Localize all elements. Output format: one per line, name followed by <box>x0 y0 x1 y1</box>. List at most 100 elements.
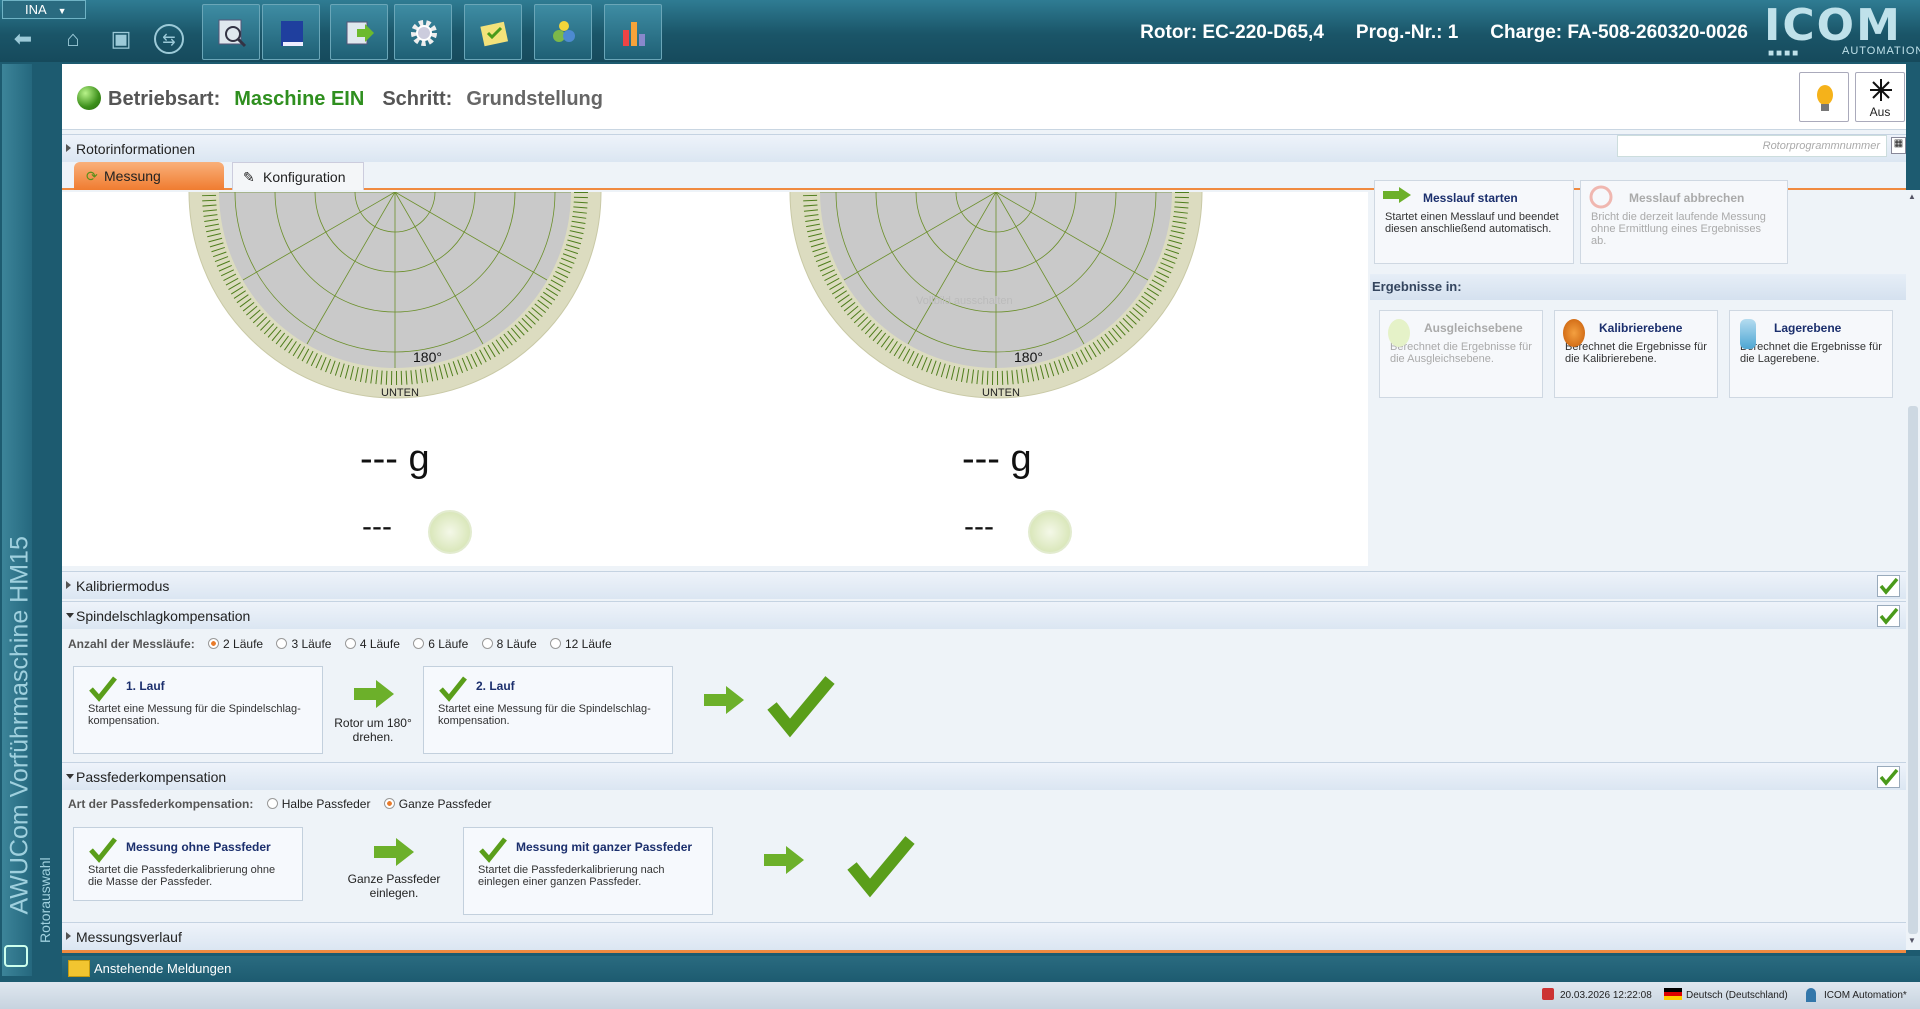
home-icon[interactable]: ⌂ <box>58 24 88 54</box>
collapse-icon <box>66 613 74 618</box>
ina-dropdown[interactable]: INA ▼ <box>2 0 86 19</box>
section-title: Messungsverlauf <box>76 929 182 945</box>
sync-icon[interactable]: ⇆ <box>154 24 184 54</box>
chart-tool-button[interactable] <box>604 4 662 60</box>
camera-icon[interactable] <box>4 945 28 967</box>
keypad-icon[interactable]: ▦ <box>1891 137 1906 154</box>
section-spindel[interactable]: Spindelschlagkompensation <box>62 601 1906 629</box>
people-bulb-icon <box>553 21 575 42</box>
results-header: Ergebnisse in: <box>1370 274 1906 300</box>
radio-6-runs[interactable] <box>413 638 425 649</box>
radio-4-runs[interactable] <box>344 638 356 649</box>
config-tab-icon: ✎ <box>243 169 255 185</box>
scroll-up-icon[interactable]: ▲ <box>1908 192 1916 201</box>
status-ball-icon <box>77 86 101 110</box>
right-refresh-icon[interactable] <box>1028 510 1072 554</box>
charge-label: Charge: FA-508-260320-0026 <box>1490 22 1748 43</box>
rotor-program-search-input[interactable]: Rotorprogrammnummer <box>1617 135 1887 157</box>
card-title: Lagerebene <box>1774 321 1842 335</box>
abort-measurement-card[interactable]: Messlauf abbrechen Bricht die derzeit la… <box>1580 180 1788 264</box>
save-icon[interactable]: ▣ <box>106 24 136 54</box>
card-title: Kalibrierebene <box>1599 321 1683 335</box>
arrow-right-icon <box>354 680 394 708</box>
card-text: Berechnet die Ergebnisse für die Ausglei… <box>1390 341 1532 365</box>
kalib-check-icon[interactable] <box>1877 575 1900 597</box>
section-messungsverlauf[interactable]: Messungsverlauf <box>62 922 1906 950</box>
left-refresh-icon[interactable] <box>428 510 472 554</box>
light-button[interactable] <box>1799 72 1849 122</box>
flag-de-icon <box>1664 988 1682 1000</box>
export-tool-button[interactable] <box>330 4 388 60</box>
scrollbar-thumb[interactable] <box>1908 406 1918 934</box>
tab-config[interactable]: ✎ Konfiguration <box>232 162 364 190</box>
messages-bar[interactable]: Anstehende Meldungen <box>62 956 1920 982</box>
tab-measure[interactable]: ⟳ Messung <box>74 162 224 190</box>
run-title: Messung mit ganzer Passfeder <box>516 840 693 854</box>
run-text: Startet eine Messung für die Spindelschl… <box>88 703 301 727</box>
spindle-run1-button[interactable]: 1. Lauf Startet eine Messung für die Spi… <box>73 666 323 754</box>
settings-tool-button[interactable] <box>394 4 452 60</box>
search-tool-button[interactable] <box>202 4 260 60</box>
result-kalibrier-card[interactable]: Kalibrierebene Berechnet die Ergebnisse … <box>1554 310 1718 398</box>
back-icon[interactable]: ⬅ <box>8 24 38 54</box>
arrow-right-icon <box>374 838 414 866</box>
key-run2-button[interactable]: Messung mit ganzer Passfeder Startet die… <box>463 827 713 915</box>
section-title: Passfederkompensation <box>76 769 227 785</box>
measure-tab-icon: ⟳ <box>86 168 98 184</box>
left-weight-readout: --- g <box>360 438 430 480</box>
rotate-instruction: Rotor um 180° drehen. <box>334 716 412 744</box>
section-title: Spindelschlagkompensation <box>76 608 251 624</box>
laser-label: Aus <box>1869 105 1891 119</box>
dial-bottom-label: UNTEN <box>982 387 1020 399</box>
polar-dial-left: 180° UNTEN <box>188 192 602 399</box>
radio-2-runs[interactable] <box>208 638 220 649</box>
arrow-right-icon <box>1383 187 1411 203</box>
radio-12-runs[interactable] <box>550 638 561 649</box>
option-label: Ganze Passfeder <box>398 797 492 811</box>
option-label: 8 Läufe <box>496 637 537 651</box>
calendar-icon <box>1542 988 1554 1000</box>
system-statusbar: 20.03.2026 12:22:08 Deutsch (Deutschland… <box>0 982 1920 1009</box>
scroll-down-icon[interactable]: ▼ <box>1908 936 1916 945</box>
datetime-label: 20.03.2026 12:22:08 <box>1560 990 1652 1001</box>
left-phase-readout: --- <box>362 510 392 543</box>
tab-label: Messung <box>104 168 161 184</box>
laser-off-button[interactable]: Aus <box>1855 72 1905 122</box>
spindel-check-icon[interactable] <box>1877 605 1900 627</box>
rotor-selection-label[interactable]: Rotorauswahl <box>37 833 53 943</box>
radio-half-key[interactable] <box>266 798 278 809</box>
pass-check-icon[interactable] <box>1877 766 1900 788</box>
polar-dial-right: 180° UNTEN Vollbild ausschalten <box>789 192 1203 399</box>
option-label: 12 Läufe <box>565 637 612 651</box>
result-ausgleich-card[interactable]: Ausgleichsebene Berechnet die Ergebnisse… <box>1379 310 1543 398</box>
check-icon <box>89 837 117 863</box>
radio-8-runs[interactable] <box>481 638 493 649</box>
start-measurement-card[interactable]: Messlauf starten Startet einen Messlauf … <box>1374 180 1574 264</box>
section-passfeder[interactable]: Passfederkompensation <box>62 762 1906 790</box>
run-text: Startet eine Messung für die Spindelschl… <box>438 703 651 727</box>
card-text: Bricht die derzeit laufende Messung ohne… <box>1591 211 1766 247</box>
run-title: 2. Lauf <box>476 679 515 693</box>
mode-label: Betriebsart: <box>108 88 221 110</box>
card-text: Berechnet die Ergebnisse für die Kalibri… <box>1565 341 1707 365</box>
key-run1-button[interactable]: Messung ohne Passfeder Startet die Passf… <box>73 827 303 901</box>
card-title: Messlauf abbrechen <box>1629 191 1745 205</box>
result-lager-card[interactable]: Lagerebene Berechnet die Ergebnisse für … <box>1729 310 1893 398</box>
language-label[interactable]: Deutsch (Deutschland) <box>1686 990 1788 1001</box>
dial-angle-label: 180° <box>1014 349 1043 365</box>
check-icon <box>439 676 467 702</box>
export-icon <box>346 21 374 45</box>
spindle-run2-button[interactable]: 2. Lauf Startet eine Messung für die Spi… <box>423 666 673 754</box>
radio-full-key[interactable] <box>383 798 395 809</box>
mode-value: Maschine EIN <box>234 88 365 110</box>
section-title: Kalibriermodus <box>76 578 170 594</box>
user-label[interactable]: ICOM Automation* <box>1824 990 1907 1001</box>
radio-3-runs[interactable] <box>276 638 288 649</box>
lighting-tool-button[interactable] <box>534 4 592 60</box>
book-tool-button[interactable] <box>262 4 320 60</box>
notes-tool-button[interactable] <box>464 4 522 60</box>
calibration-plane-icon <box>1563 319 1585 347</box>
option-label: 3 Läufe <box>291 637 332 651</box>
section-kalibriermodus[interactable]: Kalibriermodus <box>62 571 1906 599</box>
arrow-right-icon <box>764 846 804 874</box>
